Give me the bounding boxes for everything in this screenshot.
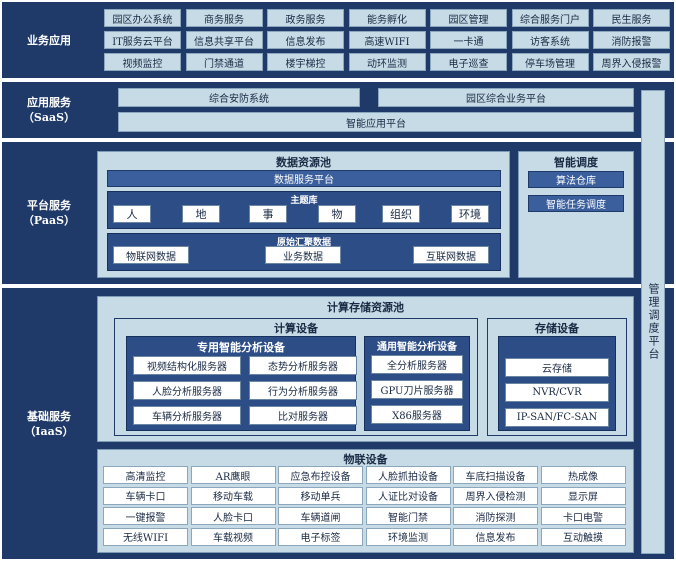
saas-sublabel-text: （SaaS） — [22, 111, 76, 124]
iot-device[interactable]: 一键报警 — [103, 507, 188, 525]
general-server[interactable]: X86服务器 — [371, 405, 463, 424]
saas-layer-label: 应用服务 （SaaS） — [8, 82, 90, 138]
business-item[interactable]: 信息共享平台 — [185, 31, 263, 49]
topic-item[interactable]: 组织 — [382, 205, 420, 223]
business-item[interactable]: 信息发布 — [267, 31, 344, 49]
business-item[interactable]: 民生服务 — [593, 9, 670, 27]
special-server[interactable]: 态势分析服务器 — [249, 356, 357, 375]
topic-library-title: 主题库 — [290, 196, 318, 206]
business-item[interactable]: 能务孵化 — [348, 9, 426, 27]
iot-device[interactable]: 移动车载 — [190, 486, 276, 505]
iot-device[interactable]: 人证比对设备 — [365, 486, 451, 505]
paas-layer-label: 平台服务 （PaaS） — [8, 142, 90, 284]
iot-device[interactable]: 移动单兵 — [278, 486, 363, 505]
business-layer-label: 业务应用 — [8, 2, 90, 78]
iaas-label-text: 基础服务 — [27, 409, 71, 423]
business-item[interactable]: 综合服务门户 — [511, 9, 589, 27]
iot-device[interactable]: 显示屏 — [540, 486, 626, 505]
iot-device[interactable]: 热成像 — [540, 466, 626, 484]
special-server[interactable]: 视频结构化服务器 — [133, 356, 241, 375]
storage-item[interactable]: IP-SAN/FC-SAN — [505, 408, 609, 427]
data-service-platform[interactable]: 数据服务平台 — [107, 170, 501, 187]
management-platform[interactable]: 管理调度平台 — [641, 90, 665, 554]
business-item[interactable]: 动环监测 — [348, 53, 426, 71]
special-analysis-title: 专用智能分析设备 — [197, 341, 285, 354]
iot-device[interactable]: 车辆道闸 — [278, 507, 363, 525]
business-item[interactable]: 门禁通道 — [185, 53, 263, 71]
paas-sublabel-text: （PaaS） — [22, 214, 76, 227]
iot-device[interactable]: AR鹰眼 — [190, 466, 276, 484]
topic-item[interactable]: 地 — [182, 205, 220, 223]
general-server[interactable]: GPU刀片服务器 — [371, 380, 463, 399]
business-item[interactable]: IT服务云平台 — [104, 31, 181, 49]
business-item[interactable]: 一卡通 — [430, 31, 507, 49]
iot-device[interactable]: 人脸卡口 — [190, 507, 276, 525]
iot-devices-title: 物联设备 — [343, 453, 388, 466]
topic-item[interactable]: 环境 — [451, 205, 489, 223]
saas-label-text: 应用服务 — [27, 96, 71, 109]
data-pool-title: 数据资源池 — [276, 156, 331, 169]
topic-item[interactable]: 人 — [113, 205, 151, 223]
special-server[interactable]: 人脸分析服务器 — [133, 381, 241, 400]
business-item[interactable]: 消防报警 — [593, 31, 670, 49]
business-item[interactable]: 电子巡查 — [430, 53, 507, 71]
raw-iot-data[interactable]: 物联网数据 — [113, 246, 189, 264]
special-server[interactable]: 比对服务器 — [249, 406, 357, 425]
iot-device[interactable]: 智能门禁 — [365, 507, 451, 525]
iot-device[interactable]: 车辆卡口 — [103, 486, 188, 505]
business-item[interactable]: 视频监控 — [104, 53, 181, 71]
raw-internet-data[interactable]: 互联网数据 — [413, 246, 489, 264]
iaas-layer-label: 基础服务 （IaaS） — [8, 288, 90, 559]
iot-device[interactable]: 车底扫描设备 — [453, 466, 538, 484]
special-server[interactable]: 车辆分析服务器 — [133, 406, 241, 425]
business-item[interactable]: 商务服务 — [185, 9, 263, 27]
business-item[interactable]: 访客系统 — [511, 31, 589, 49]
saas-item-park-business[interactable]: 园区综合业务平台 — [378, 88, 634, 107]
general-analysis-title: 通用智能分析设备 — [377, 342, 457, 353]
compute-devices-title: 计算设备 — [274, 322, 318, 335]
iot-device[interactable]: 无线WIFI — [103, 527, 188, 546]
topic-item[interactable]: 物 — [318, 205, 356, 223]
iaas-sublabel-text: （IaaS） — [24, 424, 74, 438]
business-item[interactable]: 周界入侵报警 — [593, 53, 670, 71]
business-item[interactable]: 园区管理 — [430, 9, 507, 27]
compute-storage-title: 计算存储资源池 — [327, 301, 404, 314]
intelligent-task-scheduling[interactable]: 智能任务调度 — [528, 195, 624, 212]
general-server[interactable]: 全分析服务器 — [371, 355, 463, 374]
management-platform-label: 管理调度平台 — [647, 283, 660, 361]
iot-device[interactable]: 环境监测 — [365, 527, 451, 546]
iot-device[interactable]: 电子标签 — [278, 527, 363, 546]
iot-device[interactable]: 周界入侵检测 — [453, 486, 538, 505]
storage-devices-title: 存储设备 — [535, 322, 579, 335]
paas-label-text: 平台服务 — [27, 199, 71, 212]
iot-device[interactable]: 信息发布 — [453, 527, 538, 546]
business-item[interactable]: 停车场管理 — [511, 53, 589, 71]
storage-item[interactable]: 云存储 — [505, 358, 609, 377]
saas-item-security[interactable]: 综合安防系统 — [118, 88, 360, 107]
iot-device[interactable]: 车载视频 — [190, 527, 276, 546]
scheduling-title: 智能调度 — [554, 156, 598, 169]
business-item[interactable]: 高速WIFI — [348, 31, 426, 49]
iot-device[interactable]: 互动触摸 — [540, 527, 626, 546]
iot-device[interactable]: 消防探测 — [453, 507, 538, 525]
saas-item-smart-app[interactable]: 智能应用平台 — [118, 112, 634, 132]
iot-device[interactable]: 高清监控 — [103, 466, 188, 484]
iot-device[interactable]: 人脸抓拍设备 — [365, 466, 451, 484]
storage-item[interactable]: NVR/CVR — [505, 383, 609, 402]
topic-item[interactable]: 事 — [249, 205, 287, 223]
iot-device[interactable]: 卡口电警 — [540, 507, 626, 525]
raw-business-data[interactable]: 业务数据 — [265, 246, 341, 264]
business-item[interactable]: 园区办公系统 — [104, 9, 181, 27]
special-server[interactable]: 行为分析服务器 — [249, 381, 357, 400]
business-item[interactable]: 楼宇梯控 — [267, 53, 344, 71]
business-label-text: 业务应用 — [27, 33, 71, 47]
iot-device[interactable]: 应急布控设备 — [278, 466, 363, 484]
business-item[interactable]: 政务服务 — [267, 9, 344, 27]
algorithm-warehouse[interactable]: 算法仓库 — [528, 171, 624, 188]
